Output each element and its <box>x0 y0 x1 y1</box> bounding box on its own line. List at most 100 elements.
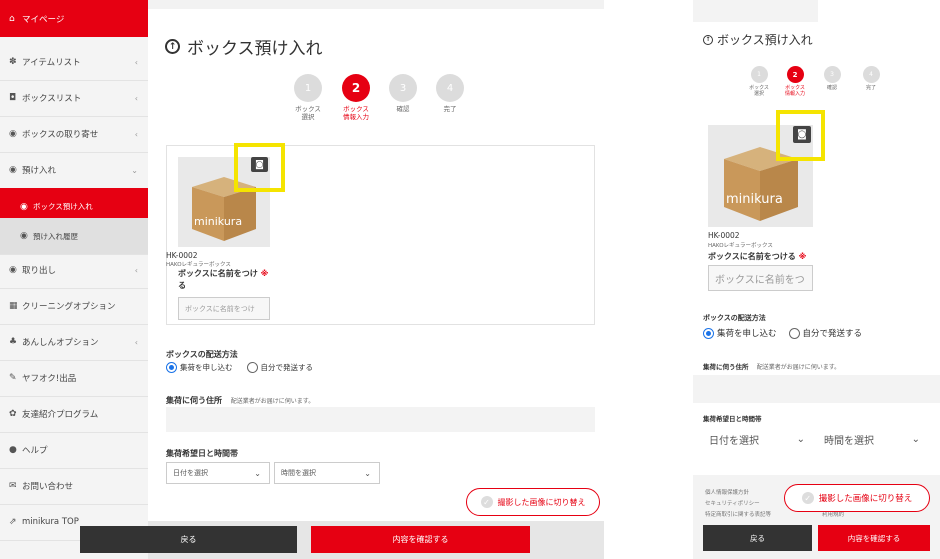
deposit-icon: ◉ <box>9 165 17 175</box>
cleaning-icon: ▦ <box>9 301 18 311</box>
step-number: 3 <box>389 74 417 102</box>
back-button[interactable]: 戻る <box>703 525 812 551</box>
top-bar <box>148 0 604 9</box>
radio-self-ship-label: 自分で発送する <box>802 329 863 339</box>
sidebar-item-cleaning[interactable]: ▦ クリーニングオプション <box>0 288 148 325</box>
mobile-step-4: 4 完了 <box>856 66 886 91</box>
sidebar-item-label: ボックスの取り寄せ <box>22 130 99 140</box>
sidebar-item-label: 預け入れ <box>22 166 57 176</box>
mobile-step-1: 1 ボックス 選択 <box>744 66 774 97</box>
page-title: ↑ ボックス預け入れ <box>165 34 323 59</box>
sidebar-item-insurance[interactable]: ♣ あんしんオプション ‹ <box>0 324 148 361</box>
chevron-left-icon: ‹ <box>134 337 138 347</box>
help-icon: ● <box>9 445 17 455</box>
highlight-box <box>776 110 825 161</box>
box-brand-logo: minikura <box>726 192 783 207</box>
radio-pickup[interactable] <box>703 327 714 339</box>
confirm-button[interactable]: 内容を確認する <box>818 525 930 551</box>
box-name-label-text: ボックスに名前をつける <box>708 252 796 261</box>
sidebar-item-yahoo-auction[interactable]: ✎ ヤフオク!出品 <box>0 360 148 397</box>
time-select[interactable]: 時間を選択 ⌄ <box>818 427 928 451</box>
shipping-options: 集荷を申し込む 自分で発送する <box>166 362 313 373</box>
sidebar-item-label: ボックス預け入れ <box>33 202 93 211</box>
check-icon: ✓ <box>801 492 814 504</box>
box-name-label-text: ボックスに名前をつけ <box>178 269 258 278</box>
time-select[interactable]: 時間を選択 ⌄ <box>274 462 380 484</box>
upload-circle-icon: ↑ <box>165 39 180 54</box>
check-icon: ✓ <box>480 496 493 508</box>
sidebar-item-label: マイページ <box>22 14 65 25</box>
box-name-label-text: る <box>178 281 186 290</box>
step-1: 1 ボックス 選択 <box>285 74 331 121</box>
sidebar-item-referral[interactable]: ✿ 友達紹介プログラム <box>0 396 148 433</box>
radio-self-ship-label: 自分で発送する <box>260 363 314 372</box>
box-type: HAKOレギュラーボックス <box>166 262 231 268</box>
sidebar-item-retrieve[interactable]: ◉ 取り出し ‹ <box>0 252 148 289</box>
chevron-left-icon: ‹ <box>134 265 138 275</box>
mobile-step-2: 2 ボックス 情報入力 <box>780 66 810 97</box>
box-name-label: ボックスに名前をつける ※ <box>708 251 806 262</box>
chevron-down-icon: ⌄ <box>364 468 371 478</box>
address-area <box>693 375 940 403</box>
box-id: HK-0002 <box>708 231 740 240</box>
shipping-options: 集荷を申し込む 自分で発送する <box>703 327 862 339</box>
time-select-value: 時間を選択 <box>824 435 874 447</box>
sidebar-item-label: 預け入れ履歴 <box>33 231 78 241</box>
date-select[interactable]: 日付を選択 ⌄ <box>166 462 270 484</box>
commerce-link[interactable]: 特定商取引に関する表記等 <box>705 510 771 518</box>
sidebar-item-label: ヘルプ <box>22 446 48 456</box>
sidebar-item-boxes[interactable]: ◘ ボックスリスト ‹ <box>0 80 148 117</box>
address-label: 集荷に伺う住所 配送業者がお届けに伺います。 <box>703 361 840 371</box>
sidebar-item-label: ヤフオク!出品 <box>22 374 77 384</box>
page-title-text: ボックス預け入れ <box>187 39 323 59</box>
box-list-icon: ◘ <box>9 93 17 103</box>
sidebar-item-help[interactable]: ● ヘルプ <box>0 432 148 469</box>
mobile-view: ↑ ボックス預け入れ 1 ボックス 選択 2 ボックス 情報入力 3 確認 4 完了… <box>689 0 940 559</box>
chevron-down-icon: ⌄ <box>254 468 261 478</box>
sidebar-item-deposit-history[interactable]: ◉ 預け入れ履歴 <box>0 218 148 255</box>
sidebar-item-mypage[interactable]: ⌂ マイページ <box>0 0 148 37</box>
privacy-link[interactable]: 個人情報保護方針 <box>705 488 749 496</box>
sidebar-item-deposit[interactable]: ◉ 預け入れ ⌄ <box>0 152 148 189</box>
step-label: 完了 <box>443 105 457 113</box>
gift-icon: ✿ <box>9 409 17 419</box>
radio-pickup-label: 集荷を申し込む <box>180 363 233 372</box>
address-note: 配送業者がお届けに伺います。 <box>756 364 841 371</box>
box-id: HK-0002 <box>166 251 198 260</box>
address-note: 配送業者がお届けに伺います。 <box>230 398 315 405</box>
step-number: 1 <box>294 74 322 102</box>
confirm-button[interactable]: 内容を確認する <box>311 526 530 553</box>
step-number: 2 <box>786 66 804 83</box>
sidebar-item-label: お問い合わせ <box>22 482 74 492</box>
required-mark: ※ <box>260 269 269 278</box>
step-label: 選択 <box>301 113 315 121</box>
sidebar-item-items[interactable]: ✽ アイテムリスト ‹ <box>0 44 148 81</box>
box-type: HAKOレギュラーボックス <box>708 243 773 249</box>
switch-to-photo-label: 撮影した画像に切り替え <box>818 494 913 504</box>
date-select[interactable]: 日付を選択 ⌄ <box>703 427 813 451</box>
address-label-text: 集荷に伺う住所 <box>703 363 749 371</box>
switch-to-photo-button[interactable]: ✓ 撮影した画像に切り替え <box>466 488 600 516</box>
required-mark: ※ <box>798 252 807 261</box>
radio-pickup[interactable] <box>166 362 177 373</box>
box-brand-logo: minikura <box>194 215 242 228</box>
back-button[interactable]: 戻る <box>80 526 297 553</box>
radio-pickup-label: 集荷を申し込む <box>717 329 777 339</box>
datetime-label: 集荷希望日と時間帯 <box>166 449 238 458</box>
box-name-input[interactable]: ボックスに名前をつけ <box>178 297 270 320</box>
order-icon: ◉ <box>9 129 17 139</box>
chevron-left-icon: ‹ <box>134 93 138 103</box>
highlight-box <box>234 143 285 192</box>
radio-self-ship[interactable] <box>788 327 800 339</box>
radio-self-ship[interactable] <box>246 362 258 373</box>
upload-circle-icon: ↑ <box>703 34 713 45</box>
step-number: 4 <box>436 74 464 102</box>
external-link-icon: ⇗ <box>9 517 17 527</box>
sidebar-item-contact[interactable]: ✉ お問い合わせ <box>0 468 148 505</box>
switch-to-photo-button[interactable]: ✓ 撮影した画像に切り替え <box>784 484 930 512</box>
box-name-input[interactable]: ボックスに名前をつ <box>708 265 813 291</box>
sidebar-item-order-box[interactable]: ◉ ボックスの取り寄せ ‹ <box>0 116 148 153</box>
retrieve-icon: ◉ <box>9 265 17 275</box>
box-name-label: ボックスに名前をつけ ※ る <box>178 268 268 292</box>
security-link[interactable]: セキュリティポリシー <box>705 499 760 507</box>
